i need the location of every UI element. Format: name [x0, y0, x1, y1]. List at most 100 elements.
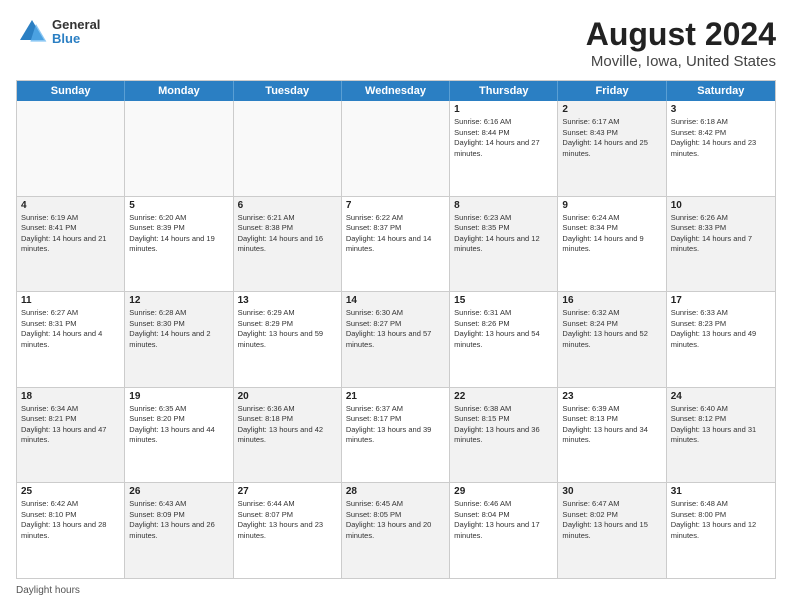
cal-cell: 2Sunrise: 6:17 AM Sunset: 8:43 PM Daylig… — [558, 101, 666, 196]
day-number: 17 — [671, 295, 771, 306]
cal-cell: 15 Sunrise: 6:31 AM Sunset: 8:26 PM Dayli… — [450, 292, 558, 387]
footer: Daylight hours — [16, 585, 776, 596]
logo-icon — [16, 16, 48, 48]
day-number: 15 — [454, 295, 553, 306]
cell-text: Sunrise: 6:31 AM Sunset: 8:26 PM Dayligh… — [454, 308, 553, 350]
day-number: 10 — [671, 200, 771, 211]
cal-cell: 11 Sunrise: 6:27 AM Sunset: 8:31 PM Dayli… — [17, 292, 125, 387]
cal-cell: 10Sunrise: 6:26 AM Sunset: 8:33 PM Dayli… — [667, 197, 775, 292]
day-number: 21 — [346, 391, 445, 402]
cell-text: Sunrise: 6:43 AM Sunset: 8:09 PM Dayligh… — [129, 499, 228, 541]
day-number: 16 — [562, 295, 661, 306]
cell-text: Sunrise: 6:30 AM Sunset: 8:27 PM Dayligh… — [346, 308, 445, 350]
cal-row-3: 18 Sunrise: 6:34 AM Sunset: 8:21 PM Dayli… — [17, 388, 775, 484]
cell-text: Sunrise: 6:17 AM Sunset: 8:43 PM Dayligh… — [562, 117, 661, 159]
day-number: 8 — [454, 200, 553, 211]
cell-text: Sunrise: 6:39 AM Sunset: 8:13 PM Dayligh… — [562, 404, 661, 446]
cell-text: Sunrise: 6:16 AM Sunset: 8:44 PM Dayligh… — [454, 117, 553, 159]
day-number: 22 — [454, 391, 553, 402]
cal-header-monday: Monday — [125, 81, 233, 101]
day-number: 29 — [454, 486, 553, 497]
cell-text: Sunrise: 6:48 AM Sunset: 8:00 PM Dayligh… — [671, 499, 771, 541]
day-number: 3 — [671, 104, 771, 115]
cal-header-tuesday: Tuesday — [234, 81, 342, 101]
day-number: 18 — [21, 391, 120, 402]
cell-text: Sunrise: 6:34 AM Sunset: 8:21 PM Dayligh… — [21, 404, 120, 446]
cal-cell: 14 Sunrise: 6:30 AM Sunset: 8:27 PM Dayli… — [342, 292, 450, 387]
cal-cell: 9 Sunrise: 6:24 AM Sunset: 8:34 PM Daylig… — [558, 197, 666, 292]
cell-text: Sunrise: 6:28 AM Sunset: 8:30 PM Dayligh… — [129, 308, 228, 350]
cell-text: Sunrise: 6:33 AM Sunset: 8:23 PM Dayligh… — [671, 308, 771, 350]
cal-row-1: 4Sunrise: 6:19 AM Sunset: 8:41 PM Daylig… — [17, 197, 775, 293]
page-title: August 2024 — [586, 16, 776, 53]
day-number: 24 — [671, 391, 771, 402]
cal-cell: 12 Sunrise: 6:28 AM Sunset: 8:30 PM Dayli… — [125, 292, 233, 387]
day-number: 7 — [346, 200, 445, 211]
page-subtitle: Moville, Iowa, United States — [586, 53, 776, 70]
cal-cell: 29Sunrise: 6:46 AM Sunset: 8:04 PM Dayli… — [450, 483, 558, 578]
cal-cell: 25 Sunrise: 6:42 AM Sunset: 8:10 PM Dayli… — [17, 483, 125, 578]
cell-text: Sunrise: 6:36 AM Sunset: 8:18 PM Dayligh… — [238, 404, 337, 446]
cal-cell: 4Sunrise: 6:19 AM Sunset: 8:41 PM Daylig… — [17, 197, 125, 292]
cal-cell: 26 Sunrise: 6:43 AM Sunset: 8:09 PM Dayli… — [125, 483, 233, 578]
day-number: 26 — [129, 486, 228, 497]
cell-text: Sunrise: 6:20 AM Sunset: 8:39 PM Dayligh… — [129, 213, 228, 255]
cal-cell — [234, 101, 342, 196]
cal-header-saturday: Saturday — [667, 81, 775, 101]
cell-text: Sunrise: 6:44 AM Sunset: 8:07 PM Dayligh… — [238, 499, 337, 541]
cal-header-wednesday: Wednesday — [342, 81, 450, 101]
day-number: 25 — [21, 486, 120, 497]
day-number: 11 — [21, 295, 120, 306]
cell-text: Sunrise: 6:45 AM Sunset: 8:05 PM Dayligh… — [346, 499, 445, 541]
cal-cell: 7 Sunrise: 6:22 AM Sunset: 8:37 PM Daylig… — [342, 197, 450, 292]
title-block: August 2024 Moville, Iowa, United States — [586, 16, 776, 70]
cal-header-sunday: Sunday — [17, 81, 125, 101]
cell-text: Sunrise: 6:22 AM Sunset: 8:37 PM Dayligh… — [346, 213, 445, 255]
cal-cell — [125, 101, 233, 196]
cal-cell: 16Sunrise: 6:32 AM Sunset: 8:24 PM Dayli… — [558, 292, 666, 387]
logo-blue: Blue — [52, 32, 100, 46]
cell-text: Sunrise: 6:35 AM Sunset: 8:20 PM Dayligh… — [129, 404, 228, 446]
calendar-body: 1 Sunrise: 6:16 AM Sunset: 8:44 PM Daylig… — [17, 101, 775, 578]
cell-text: Sunrise: 6:23 AM Sunset: 8:35 PM Dayligh… — [454, 213, 553, 255]
cal-cell: 5 Sunrise: 6:20 AM Sunset: 8:39 PM Daylig… — [125, 197, 233, 292]
cal-cell: 19 Sunrise: 6:35 AM Sunset: 8:20 PM Dayli… — [125, 388, 233, 483]
logo-text: General Blue — [52, 18, 100, 47]
day-number: 19 — [129, 391, 228, 402]
calendar: SundayMondayTuesdayWednesdayThursdayFrid… — [16, 80, 776, 579]
cell-text: Sunrise: 6:27 AM Sunset: 8:31 PM Dayligh… — [21, 308, 120, 350]
cal-row-4: 25 Sunrise: 6:42 AM Sunset: 8:10 PM Dayli… — [17, 483, 775, 578]
cal-header-thursday: Thursday — [450, 81, 558, 101]
cal-cell: 6Sunrise: 6:21 AM Sunset: 8:38 PM Daylig… — [234, 197, 342, 292]
day-number: 5 — [129, 200, 228, 211]
cell-text: Sunrise: 6:40 AM Sunset: 8:12 PM Dayligh… — [671, 404, 771, 446]
day-number: 31 — [671, 486, 771, 497]
cell-text: Sunrise: 6:19 AM Sunset: 8:41 PM Dayligh… — [21, 213, 120, 255]
cal-row-0: 1 Sunrise: 6:16 AM Sunset: 8:44 PM Daylig… — [17, 101, 775, 197]
day-number: 6 — [238, 200, 337, 211]
cal-cell: 13Sunrise: 6:29 AM Sunset: 8:29 PM Dayli… — [234, 292, 342, 387]
cell-text: Sunrise: 6:38 AM Sunset: 8:15 PM Dayligh… — [454, 404, 553, 446]
cal-cell: 23 Sunrise: 6:39 AM Sunset: 8:13 PM Dayli… — [558, 388, 666, 483]
cal-cell: 20 Sunrise: 6:36 AM Sunset: 8:18 PM Dayli… — [234, 388, 342, 483]
cal-header-friday: Friday — [558, 81, 666, 101]
cal-cell: 21 Sunrise: 6:37 AM Sunset: 8:17 PM Dayli… — [342, 388, 450, 483]
day-number: 30 — [562, 486, 661, 497]
cell-text: Sunrise: 6:29 AM Sunset: 8:29 PM Dayligh… — [238, 308, 337, 350]
cell-text: Sunrise: 6:37 AM Sunset: 8:17 PM Dayligh… — [346, 404, 445, 446]
header: General Blue August 2024 Moville, Iowa, … — [16, 16, 776, 70]
cal-cell: 22 Sunrise: 6:38 AM Sunset: 8:15 PM Dayli… — [450, 388, 558, 483]
cal-cell: 17 Sunrise: 6:33 AM Sunset: 8:23 PM Dayli… — [667, 292, 775, 387]
daylight-label: Daylight hours — [16, 585, 80, 596]
day-number: 14 — [346, 295, 445, 306]
day-number: 1 — [454, 104, 553, 115]
day-number: 23 — [562, 391, 661, 402]
day-number: 20 — [238, 391, 337, 402]
day-number: 9 — [562, 200, 661, 211]
cell-text: Sunrise: 6:24 AM Sunset: 8:34 PM Dayligh… — [562, 213, 661, 255]
cell-text: Sunrise: 6:42 AM Sunset: 8:10 PM Dayligh… — [21, 499, 120, 541]
calendar-header: SundayMondayTuesdayWednesdayThursdayFrid… — [17, 81, 775, 101]
cell-text: Sunrise: 6:47 AM Sunset: 8:02 PM Dayligh… — [562, 499, 661, 541]
cal-cell: 24 Sunrise: 6:40 AM Sunset: 8:12 PM Dayli… — [667, 388, 775, 483]
day-number: 12 — [129, 295, 228, 306]
